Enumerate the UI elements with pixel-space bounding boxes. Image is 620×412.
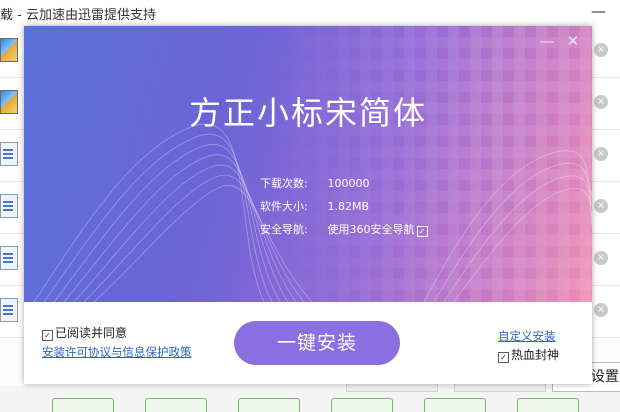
hot-blood-row: ✓ 热血封神 xyxy=(498,346,559,363)
background-tab[interactable] xyxy=(424,398,486,412)
background-window-titlebar: 载 - 云加速由迅雷提供支持 — xyxy=(0,0,620,27)
background-tab[interactable] xyxy=(331,398,393,412)
safe-nav-label: 安全导航: xyxy=(260,223,308,236)
downloads-value: 100000 xyxy=(327,177,370,190)
background-tab[interactable] xyxy=(52,398,114,412)
document-icon xyxy=(0,142,18,166)
size-label: 软件大小: xyxy=(260,200,308,213)
screen: 载 - 云加速由迅雷提供支持 — × × × × × × 设置 — ✕ 方正小标… xyxy=(0,0,620,412)
document-icon xyxy=(0,194,18,218)
downloads-row: 下载次数: 100000 xyxy=(260,176,428,199)
hero-banner: — ✕ 方正小标宋简体 下载次数: 100000 软件大小: 1.82MB 安全… xyxy=(24,26,592,302)
document-icon xyxy=(0,246,18,270)
custom-install-link[interactable]: 自定义安装 xyxy=(498,328,556,344)
safe-nav-checkbox[interactable]: ✓ xyxy=(416,226,428,237)
package-icon xyxy=(0,38,18,62)
safe-nav-row: 安全导航: 使用360安全导航 ✓ xyxy=(260,222,428,245)
dialog-footer: ✓ 已阅读并同意 安装许可协议与信息保护政策 一键安装 自定义安装 ✓ 热血封神 xyxy=(24,302,592,384)
wave-lines-decoration xyxy=(33,123,592,302)
safe-nav-value: 使用360安全导航 xyxy=(327,223,415,236)
hot-blood-label: 热血封神 xyxy=(511,348,560,362)
license-policy-link[interactable]: 安装许可协议与信息保护政策 xyxy=(42,344,192,360)
remove-row-icon[interactable]: × xyxy=(594,147,608,161)
dialog-minimize-button[interactable]: — xyxy=(538,32,556,50)
background-minimize-button[interactable]: — xyxy=(591,2,606,20)
remove-row-icon[interactable]: × xyxy=(594,95,608,109)
size-row: 软件大小: 1.82MB xyxy=(260,199,428,222)
dialog-close-button[interactable]: ✕ xyxy=(564,32,582,50)
package-icon xyxy=(0,90,18,114)
remove-row-icon[interactable]: × xyxy=(594,43,608,57)
background-tab[interactable] xyxy=(517,398,579,412)
installer-dialog: — ✕ 方正小标宋简体 下载次数: 100000 软件大小: 1.82MB 安全… xyxy=(24,26,592,384)
document-icon xyxy=(0,298,18,322)
app-name-title: 方正小标宋简体 xyxy=(188,94,427,132)
remove-row-icon[interactable]: × xyxy=(594,251,608,265)
downloads-label: 下载次数: xyxy=(260,177,308,190)
remove-row-icon[interactable]: × xyxy=(594,303,608,317)
background-tab[interactable] xyxy=(145,398,207,412)
info-panel: 下载次数: 100000 软件大小: 1.82MB 安全导航: 使用360安全导… xyxy=(260,176,428,245)
agree-row: ✓ 已阅读并同意 xyxy=(42,324,127,341)
background-tab[interactable] xyxy=(238,398,300,412)
remove-row-icon[interactable]: × xyxy=(594,199,608,213)
agree-label: 已阅读并同意 xyxy=(55,326,128,340)
agree-checkbox[interactable]: ✓ xyxy=(42,330,53,341)
hot-blood-checkbox[interactable]: ✓ xyxy=(498,352,509,363)
background-window-title: 载 - 云加速由迅雷提供支持 xyxy=(0,8,156,23)
size-value: 1.82MB xyxy=(327,200,370,213)
one-click-install-button[interactable]: 一键安装 xyxy=(234,321,400,365)
